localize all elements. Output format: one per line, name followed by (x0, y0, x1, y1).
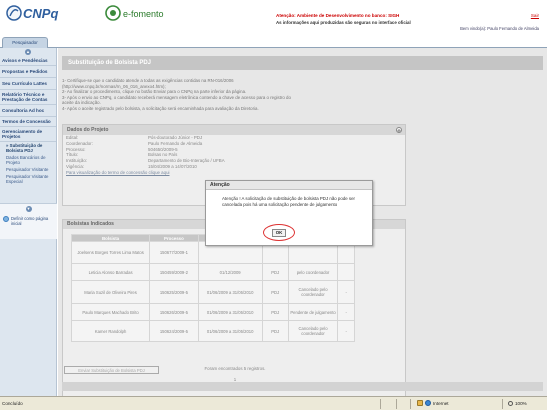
sidebar-item-gerenciamento[interactable]: Gerenciamento de Projetos (0, 127, 56, 142)
collapse-down-icon[interactable]: ▼ (25, 206, 32, 212)
zoom-level: 100% (515, 401, 527, 406)
internet-zone-icon (425, 400, 431, 406)
sidebar-item-termos[interactable]: Termos de Concessão (0, 117, 56, 127)
cell-bolsista: Leticia Alonso Barradas (70, 263, 151, 281)
sidebar: ▲ Avisos e Pendências Propostas e Pedido… (0, 48, 57, 396)
collapse-up-icon[interactable]: ▲ (25, 49, 31, 55)
protected-mode-icon (417, 400, 423, 406)
instructions: 1- Certifique-se que o candidato atende … (62, 78, 422, 112)
main-footer-bar (62, 382, 543, 391)
status-divider (502, 399, 503, 409)
status-text: Concluído (2, 401, 23, 406)
panel-collapse-icon[interactable]: ⊖ (396, 127, 402, 133)
cell-vigencia: 01/06/2009 a 31/05/2010 (197, 320, 263, 342)
sidebar-item-avisos[interactable]: Avisos e Pendências (0, 56, 56, 66)
cell-bolsista: Paulo Marques Machado Brito (70, 303, 151, 321)
instruction-line: 4- Após o aceite registrado pelo bolsist… (62, 105, 259, 111)
zoom-control[interactable]: 100% (508, 401, 527, 406)
col-header-processo: Processo (149, 234, 199, 242)
cell-processo: 150626/2009-5 (149, 303, 199, 321)
project-panel-title: Dados do Projeto (67, 127, 109, 133)
bolsistas-panel: Bolsistas Indicados Bolsista Processo Vi… (62, 219, 406, 404)
cell-vigencia: 01/06/2009 a 31/05/2010 (197, 303, 263, 321)
cell-situacao: Cancelado pelo coordenador (287, 320, 339, 342)
sidebar-subitem-dados-bancarios[interactable]: Dados Bancários de Projeto (0, 154, 56, 166)
table-row: Paulo Marques Machado Brito 150626/2009-… (70, 303, 355, 321)
sidebar-item-consultoria[interactable]: Consultoria Ad hoc (0, 105, 56, 117)
cell-processo: 150677/2009-1 (149, 241, 199, 264)
cell-acao[interactable]: - (337, 280, 355, 304)
term-view-link[interactable]: Para visualização do termo de concessão … (63, 170, 405, 175)
cell-modalidade: PDJ (261, 263, 289, 281)
cell-situacao: pelo coordenador (287, 263, 339, 281)
cell-bolsista: Maria Suzil de Oliveira Pires (70, 280, 151, 304)
cell-processo: 150624/2009-5 (149, 320, 199, 342)
table-row: Leticia Alonso Barradas 150459/2009-2 01… (70, 263, 355, 281)
sidebar-item-relatorio[interactable]: Relatório Técnico e Prestação de Contas (0, 90, 56, 105)
tab-pesquisador[interactable]: Pesquisador (2, 37, 48, 48)
project-panel-header: Dados do Projeto ⊖ (63, 125, 405, 135)
zone-label: Internet (433, 400, 449, 406)
dialog-message: Atenção ! A solicitação de substituição … (222, 196, 356, 207)
cell-vigencia: 01/12/2009 (197, 263, 263, 281)
table-row: Kamer Randolph 150624/2009-5 01/06/2009 … (70, 320, 355, 342)
zoom-icon (508, 401, 513, 406)
cell-modalidade: PDJ (261, 280, 289, 304)
table-row: Maria Suzil de Oliveira Pires 150625/200… (70, 280, 355, 304)
welcome-text: Bem vindo(a): Paulo Fernando de Almeida (460, 26, 539, 31)
cell-acao[interactable]: - (337, 320, 355, 342)
cell-vigencia: 01/06/2009 a 31/05/2010 (197, 280, 263, 304)
bolsistas-table: Bolsista Processo Vigência Mod. Situação… (70, 234, 355, 342)
sidebar-collapse[interactable]: ▲ (0, 48, 56, 56)
attention-dialog: Atenção Atenção ! A solicitação de subst… (205, 180, 373, 246)
exit-link[interactable]: Sair (531, 13, 539, 18)
status-divider (410, 399, 411, 409)
sidebar-item-propostas[interactable]: Propostas e Pedidos (0, 66, 56, 78)
cell-processo: 150625/2009-5 (149, 280, 199, 304)
sidebar-subitem-visitante-especial[interactable]: Pesquisador Visitante Especial (0, 173, 56, 185)
cell-bolsista: Joelsens Borges Torres Lima Matos (70, 241, 151, 264)
ok-button[interactable]: OK (272, 229, 286, 237)
sidebar-item-curriculo[interactable]: Seu Currículo Lattes (0, 78, 56, 90)
submit-substitution-button[interactable]: Enviar Substituição de Bolsista PDJ (64, 366, 159, 374)
cell-processo: 150459/2009-2 (149, 263, 199, 281)
cell-acao[interactable]: - (337, 303, 355, 321)
efomento-logo[interactable]: e-fomento (104, 4, 190, 22)
cell-bolsista: Kamer Randolph (70, 320, 151, 342)
col-header-bolsista: Bolsista (70, 234, 151, 242)
svg-text:e-fomento: e-fomento (123, 9, 164, 19)
sidebar-subitem-visitante[interactable]: Pesquisador Visitante (0, 166, 56, 173)
environment-note: As informações aqui produzidas são segur… (276, 20, 411, 25)
environment-warning: Atenção: Ambiente de Desenvolvimento no … (276, 13, 400, 18)
cnpq-logo[interactable]: CNPq (6, 3, 62, 23)
svg-text:CNPq: CNPq (23, 6, 58, 21)
sidebar-subitem-substituicao[interactable]: » Substituição de Bolsista PDJ (0, 142, 56, 154)
field-label: Vigência: (66, 163, 84, 169)
browser-status-bar: Concluído Internet 100% (0, 396, 547, 410)
security-zone[interactable]: Internet (417, 400, 449, 406)
homepage-icon (3, 216, 9, 222)
status-divider (396, 399, 397, 409)
field-value: 15/04/2009 a 14/07/2010 (148, 163, 197, 169)
set-homepage-link[interactable]: Definir como página inicial (0, 214, 57, 228)
sidebar-footer: ▼ Definir como página inicial (0, 203, 57, 239)
tab-strip: Pesquisador (0, 36, 547, 48)
app-header: CNPq e-fomento Atenção: Ambiente de Dese… (0, 0, 547, 36)
cell-situacao: Pendente de julgamento (287, 303, 339, 321)
cell-acao[interactable] (337, 263, 355, 281)
status-divider (380, 399, 381, 409)
page-title: Substituição de Bolsista PDJ (62, 56, 543, 70)
cell-situacao: Cancelado pelo coordenador (287, 280, 339, 304)
cell-modalidade: PDJ (261, 320, 289, 342)
dialog-title: Atenção (206, 181, 372, 190)
cell-modalidade: PDJ (261, 303, 289, 321)
set-homepage-label: Definir como página inicial (11, 216, 49, 226)
